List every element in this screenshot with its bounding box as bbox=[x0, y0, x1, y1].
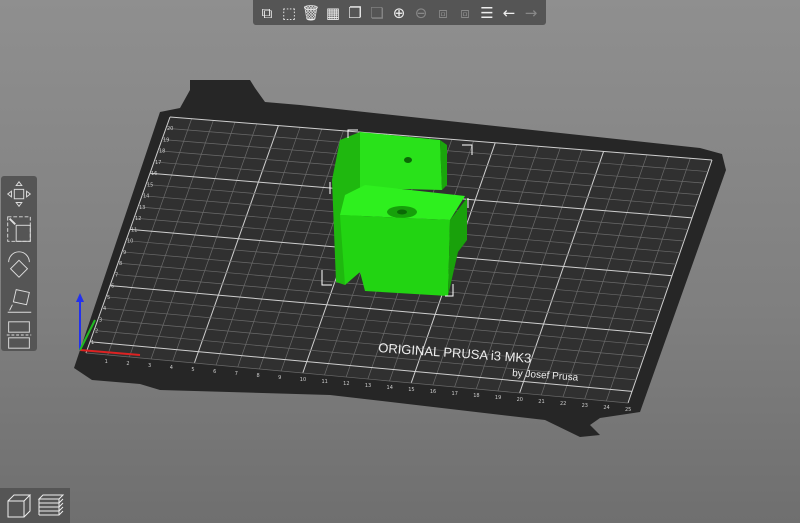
y-tick-label: 20 bbox=[167, 126, 173, 132]
y-tick-label: 9 bbox=[123, 250, 126, 256]
cut-icon[interactable] bbox=[4, 319, 34, 351]
y-tick-label: 18 bbox=[159, 149, 165, 155]
delete-object-icon[interactable]: ⬚ bbox=[279, 3, 299, 23]
y-tick-label: 5 bbox=[107, 295, 110, 301]
place-on-face-icon[interactable] bbox=[4, 284, 34, 316]
arrange-icon[interactable]: ▦ bbox=[323, 3, 343, 23]
x-tick-label: 2 bbox=[126, 361, 129, 367]
y-tick-label: 1 bbox=[91, 340, 94, 346]
trash-icon[interactable]: 🗑 bbox=[301, 3, 321, 23]
x-tick-label: 12 bbox=[343, 381, 349, 387]
y-tick-label: 19 bbox=[163, 137, 169, 143]
top-toolbar: ⧉ ⬚ 🗑 ▦ ❐ ❏ ⊕ ⊖ ⧈ ⧈ ☰ ← → bbox=[253, 0, 546, 25]
y-tick-label: 14 bbox=[143, 194, 149, 200]
x-tick-label: 11 bbox=[321, 379, 327, 385]
x-tick-label: 23 bbox=[582, 403, 588, 409]
view-toggle bbox=[0, 488, 70, 523]
x-tick-label: 21 bbox=[538, 399, 544, 405]
y-tick-label: 4 bbox=[103, 306, 106, 312]
y-tick-label: 10 bbox=[127, 239, 133, 245]
x-tick-label: 15 bbox=[408, 387, 414, 393]
x-tick-label: 16 bbox=[430, 389, 436, 395]
redo-arrow-icon[interactable]: → bbox=[521, 3, 541, 23]
x-tick-label: 25 bbox=[625, 407, 631, 413]
y-tick-label: 6 bbox=[111, 284, 114, 290]
x-tick-label: 22 bbox=[560, 401, 566, 407]
y-tick-label: 3 bbox=[99, 317, 102, 323]
y-tick-label: 11 bbox=[131, 227, 137, 233]
3d-canvas[interactable]: 1 2 3 4 5 6 7 8 9 10 11 12 13 14 15 16 17 18 19 20 21 22 23 24 2… bbox=[0, 0, 800, 523]
z-axis-arrow bbox=[76, 293, 84, 302]
x-tick-label: 14 bbox=[387, 385, 393, 391]
y-tick-label: 13 bbox=[139, 205, 145, 211]
x-tick-label: 19 bbox=[495, 395, 501, 401]
x-tick-label: 1 bbox=[105, 359, 108, 365]
x-tick-label: 3 bbox=[148, 363, 151, 369]
x-tick-label: 10 bbox=[300, 377, 306, 383]
x-tick-label: 24 bbox=[603, 405, 609, 411]
rotate-icon[interactable] bbox=[4, 249, 34, 281]
y-tick-label: 17 bbox=[155, 160, 161, 166]
x-tick-label: 8 bbox=[256, 373, 259, 379]
y-tick-label: 12 bbox=[135, 216, 141, 222]
preview-layers-icon[interactable] bbox=[36, 491, 66, 521]
3d-view-cube-icon[interactable] bbox=[4, 491, 34, 521]
x-tick-label: 9 bbox=[278, 375, 281, 381]
x-tick-label: 17 bbox=[452, 391, 458, 397]
y-tick-label: 7 bbox=[115, 272, 118, 278]
paste-icon[interactable]: ❏ bbox=[367, 3, 387, 23]
x-tick-label: 20 bbox=[517, 397, 523, 403]
x-tick-label: 6 bbox=[213, 369, 216, 375]
x-tick-label: 18 bbox=[473, 393, 479, 399]
add-object-icon[interactable]: ⧉ bbox=[257, 3, 277, 23]
x-tick-label: 5 bbox=[191, 367, 194, 373]
x-tick-label: 7 bbox=[235, 371, 238, 377]
layers-editing-icon[interactable]: ☰ bbox=[477, 3, 497, 23]
y-tick-label: 16 bbox=[151, 171, 157, 177]
x-tick-label: 13 bbox=[365, 383, 371, 389]
split-parts-icon[interactable]: ⧈ bbox=[455, 3, 475, 23]
plus-circle-icon[interactable]: ⊕ bbox=[389, 3, 409, 23]
move-icon[interactable] bbox=[4, 179, 34, 211]
x-tick-label: 4 bbox=[170, 365, 173, 371]
split-objects-icon[interactable]: ⧈ bbox=[433, 3, 453, 23]
copy-icon[interactable]: ❐ bbox=[345, 3, 365, 23]
undo-arrow-icon[interactable]: ← bbox=[499, 3, 519, 23]
y-tick-label: 8 bbox=[119, 261, 122, 267]
y-tick-label: 15 bbox=[147, 182, 153, 188]
minus-circle-icon[interactable]: ⊖ bbox=[411, 3, 431, 23]
gizmo-toolbar bbox=[1, 176, 37, 351]
y-tick-label: 2 bbox=[95, 329, 98, 335]
scale-icon[interactable] bbox=[4, 214, 34, 246]
